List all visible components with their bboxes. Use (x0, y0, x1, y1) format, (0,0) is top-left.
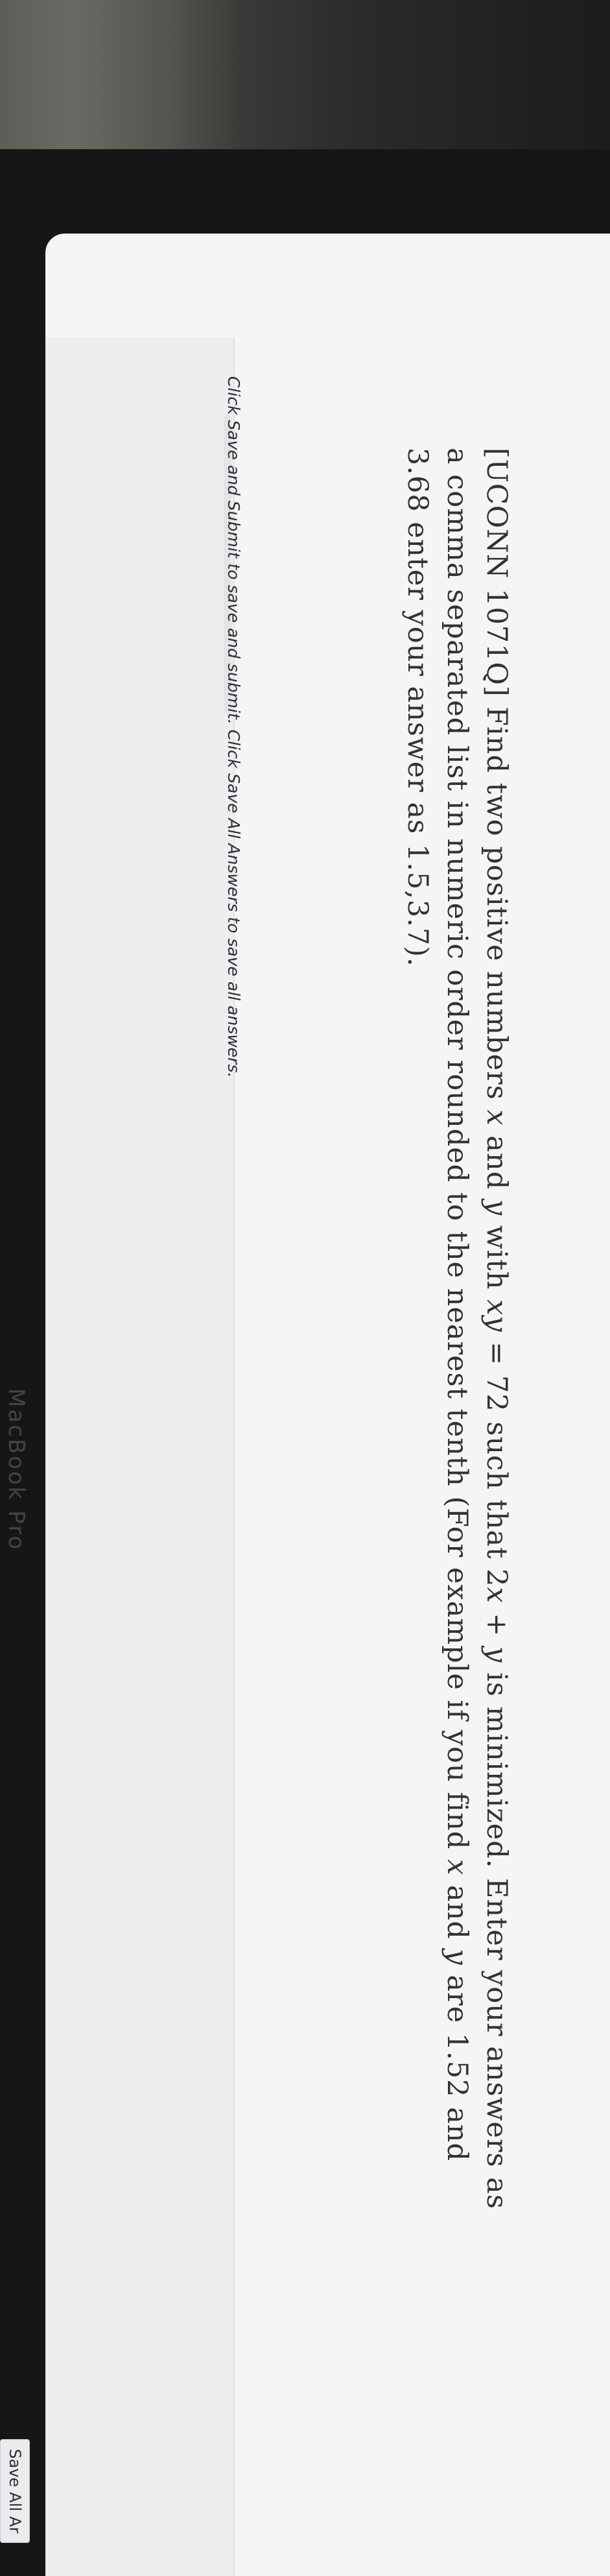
rotated-content: [UCONN 1071Q] Find two positive numbers … (0, 0, 610, 2576)
problem-text: + (480, 1603, 513, 1647)
problem-text: with (480, 1216, 513, 1300)
math-var: y (480, 1646, 513, 1663)
submit-instructions: Click Save and Submit to save and submit… (224, 376, 243, 1078)
problem-text: and (441, 1875, 473, 1949)
save-all-answers-button[interactable]: Save All Ar (0, 2439, 30, 2544)
problem-text: [UCONN 1071Q] Find two positive numbers (480, 448, 513, 1110)
problem-text: and (480, 1125, 513, 1199)
photo-scene: [UCONN 1071Q] Find two positive numbers … (0, 0, 610, 2576)
device-label: MacBook Pro (3, 1388, 29, 1552)
math-var: x (480, 1109, 513, 1126)
problem-statement: [UCONN 1071Q] Find two positive numbers … (397, 448, 516, 2212)
math-var: xy (480, 1299, 513, 1332)
math-var: y (480, 1199, 513, 1216)
math-var: x (480, 1587, 513, 1604)
problem-text: = 72 such that 2 (480, 1332, 513, 1587)
math-var: x (441, 1859, 473, 1876)
math-var: y (441, 1949, 473, 1966)
